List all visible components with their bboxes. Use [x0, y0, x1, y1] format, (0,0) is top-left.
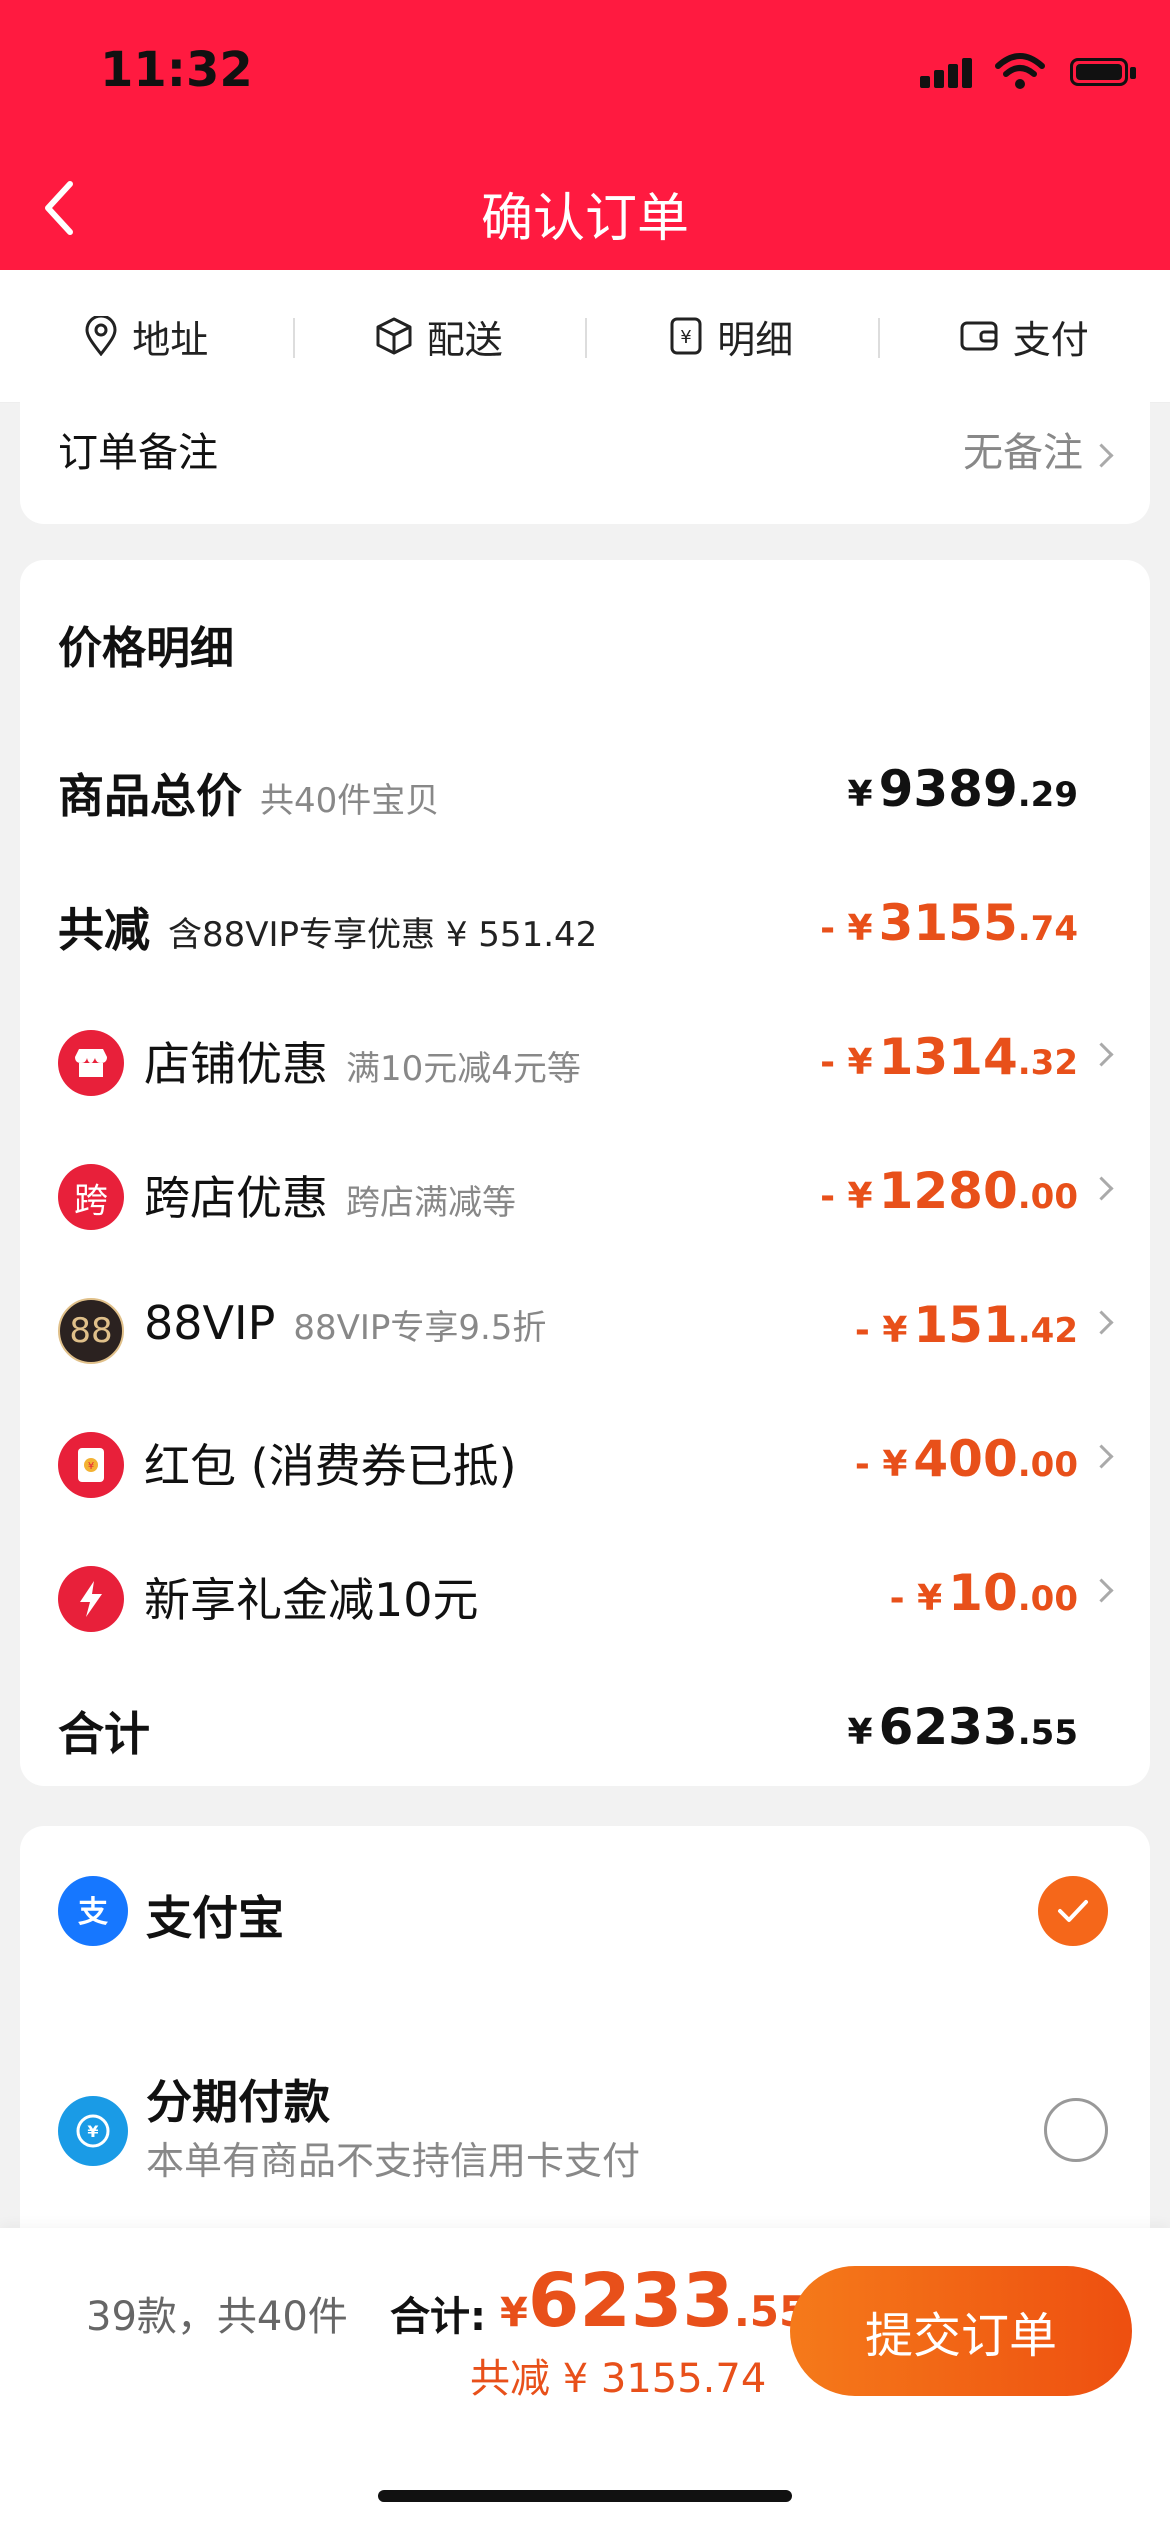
home-indicator — [378, 2490, 792, 2502]
section-tabs: 地址 配送 ¥ 明细 支付 — [0, 270, 1170, 403]
chevron-right-icon — [1089, 1578, 1114, 1603]
red-packet-label: 红包 (消费券已抵) — [144, 1439, 517, 1493]
gift-money-label: 新享礼金减10元 — [144, 1573, 479, 1627]
reduction-amount: - ¥3155.74 — [820, 894, 1078, 952]
package-box-icon — [376, 317, 412, 355]
tab-payment-label: 支付 — [1012, 317, 1089, 362]
vip88-icon: 88 — [58, 1298, 124, 1364]
status-time: 11:32 — [100, 42, 253, 98]
battery-icon — [1070, 58, 1128, 86]
vip88-sub: 88VIP专享9.5折 — [293, 1308, 547, 1348]
cross-store-amount: - ¥1280.00 — [820, 1162, 1078, 1220]
wallet-icon — [960, 321, 998, 351]
red-packet-amount: - ¥400.00 — [854, 1430, 1078, 1488]
cross-store-icon: 跨 — [58, 1164, 124, 1230]
remark-value: 无备注 — [963, 420, 1114, 478]
installment-note: 本单有商品不支持信用卡支付 — [146, 2139, 641, 2183]
price-detail-title: 价格明细 — [58, 623, 234, 674]
footer-total-amount: ¥6233.55 — [500, 2258, 809, 2344]
tab-address[interactable]: 地址 — [0, 270, 293, 402]
sum-amount: ¥6233.55 — [847, 1698, 1078, 1756]
payment-option-alipay[interactable]: 支 支付宝 — [20, 1826, 1150, 2006]
sum-row: 合计 ¥6233.55 — [20, 1676, 1150, 1776]
page-title: 确认订单 — [480, 189, 689, 249]
tab-payment[interactable]: 支付 — [877, 270, 1170, 402]
header-bar: 11:32 确认订单 — [0, 0, 1170, 270]
cross-store-label: 跨店优惠 — [144, 1171, 328, 1225]
red-packet-icon: ¥ — [58, 1432, 124, 1498]
footer-total-label: 合计: — [390, 2294, 486, 2340]
price-detail-card: 价格明细 商品总价 共40件宝贝 ¥9389.29 共减 含88VIP专享优惠 ¥ … — [20, 560, 1150, 1786]
svg-text:¥: ¥ — [87, 2122, 98, 2141]
cross-store-discount-row[interactable]: 跨 跨店优惠 跨店满减等 - ¥1280.00 — [20, 1140, 1150, 1240]
checkout-footer: 39款，共40件 合计: ¥6233.55 共减 ¥ 3155.74 提交订单 — [0, 2228, 1170, 2532]
reduction-row: 共减 含88VIP专享优惠 ¥ 551.42 - ¥3155.74 — [20, 872, 1150, 972]
lightning-icon — [58, 1566, 124, 1632]
status-icons — [920, 52, 1170, 92]
shop-icon — [58, 1030, 124, 1096]
wifi-icon — [995, 53, 1045, 89]
payment-option-installment[interactable]: ¥ 分期付款 本单有商品不支持信用卡支付 — [20, 2026, 1150, 2226]
installment-icon: ¥ — [58, 2096, 128, 2166]
vip88-label: 88VIP — [144, 1296, 276, 1350]
gift-money-amount: - ¥10.00 — [889, 1564, 1078, 1622]
chevron-right-icon — [1089, 1444, 1114, 1469]
tab-delivery[interactable]: 配送 — [292, 270, 586, 402]
reduction-vip-note: 含88VIP专享优惠 ¥ 551.42 — [168, 915, 598, 955]
store-discount-amount: - ¥1314.32 — [820, 1028, 1078, 1086]
goods-total-row: 商品总价 共40件宝贝 ¥9389.29 — [20, 738, 1150, 838]
gift-money-row[interactable]: 新享礼金减10元 - ¥10.00 — [20, 1542, 1150, 1642]
tab-address-label: 地址 — [132, 317, 209, 362]
svg-text:¥: ¥ — [88, 1461, 94, 1472]
chevron-right-icon — [1089, 1176, 1114, 1201]
vip88-discount-row[interactable]: 88 88VIP 88VIP专享9.5折 - ¥151.42 — [20, 1274, 1150, 1374]
goods-total-count: 共40件宝贝 — [260, 781, 440, 821]
cross-store-sub: 跨店满减等 — [346, 1183, 516, 1223]
alipay-label: 支付宝 — [146, 1891, 284, 1945]
goods-total-amount: ¥9389.29 — [847, 760, 1078, 818]
installment-label: 分期付款 — [146, 2075, 330, 2129]
tab-delivery-label: 配送 — [426, 317, 503, 362]
store-discount-sub: 满10元减4元等 — [346, 1049, 581, 1089]
tab-detail-label: 明细 — [717, 317, 794, 362]
store-discount-label: 店铺优惠 — [144, 1037, 328, 1091]
alipay-radio-checked[interactable] — [1038, 1876, 1108, 1946]
svg-text:¥: ¥ — [681, 327, 692, 348]
tab-detail[interactable]: ¥ 明细 — [585, 270, 878, 402]
yen-receipt-icon: ¥ — [670, 317, 702, 355]
footer-discount: 共减 ¥ 3155.74 — [470, 2356, 767, 2402]
alipay-icon: 支 — [58, 1876, 128, 1946]
location-pin-icon — [85, 316, 117, 356]
order-remark-row[interactable]: 订单备注 无备注 — [20, 402, 1150, 524]
reduction-label: 共减 — [58, 903, 150, 957]
red-packet-row[interactable]: ¥ 红包 (消费券已抵) - ¥400.00 — [20, 1408, 1150, 1508]
goods-total-label: 商品总价 — [58, 769, 242, 823]
chevron-right-icon — [1089, 1310, 1114, 1335]
store-discount-row[interactable]: 店铺优惠 满10元减4元等 - ¥1314.32 — [20, 1006, 1150, 1106]
vip88-amount: - ¥151.42 — [854, 1296, 1078, 1354]
sum-label: 合计 — [58, 1707, 150, 1761]
chevron-right-icon — [1089, 442, 1114, 468]
remark-label: 订单备注 — [58, 430, 218, 476]
svg-text:支: 支 — [78, 1895, 108, 1930]
item-count: 39款，共40件 — [86, 2294, 348, 2340]
installment-radio[interactable] — [1044, 2098, 1108, 2162]
chevron-right-icon — [1089, 1042, 1114, 1067]
submit-order-button[interactable]: 提交订单 — [790, 2266, 1132, 2396]
